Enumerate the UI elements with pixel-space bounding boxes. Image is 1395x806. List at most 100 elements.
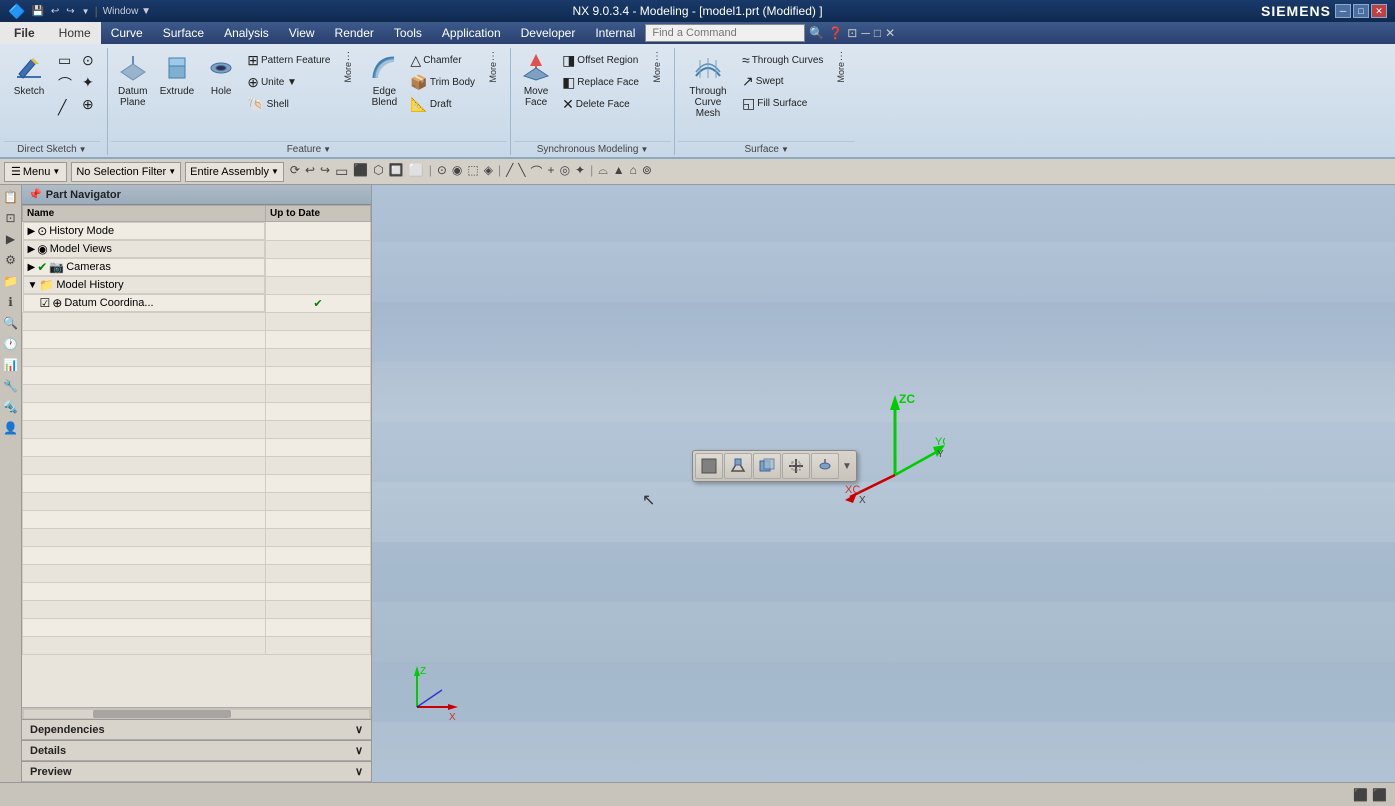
search-icon[interactable]: 🔍 — [809, 26, 824, 40]
nav-cell-views[interactable]: ▶ ◉ Model Views — [23, 240, 266, 258]
through-curves-button[interactable]: ≈ Through Curves — [738, 50, 827, 70]
replace-face-button[interactable]: ◧ Replace Face — [558, 72, 643, 93]
menu-button[interactable]: ☰ Menu ▼ — [4, 162, 67, 182]
side-icon-2[interactable]: ⊡ — [0, 208, 21, 228]
menu-item-view[interactable]: View — [279, 22, 325, 44]
titlebar-min-icon[interactable]: ─ — [861, 26, 870, 40]
side-icon-3[interactable]: ▶ — [0, 229, 21, 249]
sel-icon-10[interactable]: ⊙ — [435, 162, 449, 181]
sel-icon-2[interactable]: ↩ — [303, 162, 317, 181]
direct-sketch-footer[interactable]: Direct Sketch ▼ — [4, 141, 100, 157]
float-btn-3[interactable] — [753, 453, 781, 479]
fill-surface-button[interactable]: ◱ Fill Surface — [738, 93, 827, 114]
nav-row-cameras[interactable]: ▶ ✔ 📷 Cameras — [23, 258, 371, 276]
menu-item-render[interactable]: Render — [325, 22, 384, 44]
menu-item-surface[interactable]: Surface — [153, 22, 214, 44]
titlebar-max-icon[interactable]: □ — [874, 26, 881, 40]
trim-body-button[interactable]: 📦 Trim Body — [406, 72, 479, 93]
datum-plane-button[interactable]: DatumPlane — [111, 48, 155, 112]
offset-region-button[interactable]: ◨ Offset Region — [558, 50, 643, 71]
maximize-button[interactable]: □ — [1353, 4, 1369, 18]
nav-row-history[interactable]: ▶ ⊙ History Mode — [23, 222, 371, 241]
qa-dropdown-icon[interactable]: ▼ — [80, 6, 92, 17]
sel-icon-6[interactable]: ⬡ — [371, 162, 385, 181]
undo-icon[interactable]: ↩ — [49, 5, 61, 18]
sel-icon-17[interactable]: ⌒ — [529, 162, 545, 181]
nav-cell-cameras[interactable]: ▶ ✔ 📷 Cameras — [23, 258, 266, 276]
side-icon-7[interactable]: 🔍 — [0, 313, 21, 333]
expand-views-icon[interactable]: ▶ — [28, 244, 36, 255]
status-icon-1[interactable]: ⬛ — [1353, 788, 1368, 802]
menu-item-application[interactable]: Application — [432, 22, 511, 44]
find-command-input[interactable] — [645, 24, 805, 42]
pattern-feature-button[interactable]: ⊞ Pattern Feature — [243, 50, 334, 71]
hole-button[interactable]: Hole — [199, 48, 243, 101]
side-icon-8[interactable]: 🕐 — [0, 334, 21, 354]
menu-item-internal[interactable]: Internal — [585, 22, 645, 44]
sel-icon-1[interactable]: ⟳ — [288, 162, 302, 181]
sel-icon-20[interactable]: ✦ — [573, 162, 587, 181]
sel-icon-24[interactable]: ⌂ — [628, 162, 639, 181]
sel-icon-14[interactable]: | — [496, 162, 503, 181]
preview-header[interactable]: Preview ∨ — [22, 762, 371, 782]
sel-icon-13[interactable]: ◈ — [482, 162, 495, 181]
sel-icon-7[interactable]: 🔲 — [387, 162, 406, 181]
sel-icon-3[interactable]: ↪ — [318, 162, 332, 181]
scroll-thumb[interactable] — [93, 710, 231, 718]
sel-icon-16[interactable]: ╲ — [516, 162, 527, 181]
sel-icon-22[interactable]: ⌓ — [596, 162, 610, 181]
side-icon-9[interactable]: 📊 — [0, 355, 21, 375]
viewport[interactable]: ▼ ZC YC Y XC X ↖ — [372, 185, 1395, 782]
delete-face-button[interactable]: ✕ Delete Face — [558, 94, 643, 115]
expand-history-folder-icon[interactable]: ▼ — [28, 280, 38, 291]
menu-item-tools[interactable]: Tools — [384, 22, 432, 44]
sel-icon-4[interactable]: ▭ — [333, 162, 350, 181]
expand-history-icon[interactable]: ▶ — [28, 226, 36, 237]
expand-cameras-icon[interactable]: ▶ — [28, 262, 36, 273]
side-icon-4[interactable]: ⚙ — [0, 250, 21, 270]
feature-more-button-2[interactable]: ⋮ More — [479, 48, 507, 86]
surface-more-button[interactable]: ⋮ More — [827, 48, 855, 86]
surface-footer[interactable]: Surface ▼ — [678, 141, 855, 157]
edge-blend-button[interactable]: EdgeBlend — [362, 48, 406, 112]
sel-icon-15[interactable]: ╱ — [504, 162, 515, 181]
unite-button[interactable]: ⊕ Unite ▼ — [243, 72, 334, 93]
sel-icon-18[interactable]: + — [546, 162, 557, 181]
feature-footer[interactable]: Feature ▼ — [111, 141, 507, 157]
window-menu[interactable]: Window ▼ — [101, 5, 153, 18]
side-icon-6[interactable]: ℹ — [0, 292, 21, 312]
sel-icon-12[interactable]: ⬚ — [465, 162, 480, 181]
rectangle-button[interactable]: ▭ — [54, 50, 78, 71]
nav-row-views[interactable]: ▶ ◉ Model Views — [23, 240, 371, 258]
feature-more-button-1[interactable]: ⋮ More — [334, 48, 362, 86]
titlebar-close-icon[interactable]: ✕ — [885, 26, 895, 40]
menu-item-analysis[interactable]: Analysis — [214, 22, 279, 44]
menu-item-developer[interactable]: Developer — [511, 22, 586, 44]
float-btn-2[interactable] — [724, 453, 752, 479]
minimize-button[interactable]: ─ — [1335, 4, 1351, 18]
nav-cell-history[interactable]: ▶ ⊙ History Mode — [23, 222, 266, 240]
assembly-dropdown[interactable]: Entire Assembly ▼ — [185, 162, 284, 182]
point-button[interactable]: ✦ — [78, 72, 100, 93]
close-button[interactable]: ✕ — [1371, 4, 1387, 18]
status-icon-2[interactable]: ⬛ — [1372, 788, 1387, 802]
menu-item-curve[interactable]: Curve — [101, 22, 153, 44]
menu-item-home[interactable]: Home — [49, 22, 101, 44]
redo-icon[interactable]: ↪ — [64, 5, 76, 18]
extrude-button[interactable]: Extrude — [155, 48, 199, 101]
float-btn-5[interactable] — [811, 453, 839, 479]
line-button[interactable]: ╱ — [54, 97, 78, 118]
help-icon[interactable]: ❓ — [828, 26, 843, 40]
float-btn-4[interactable] — [782, 453, 810, 479]
side-icon-12[interactable]: 👤 — [0, 418, 21, 438]
shell-button[interactable]: 🐚 Shell — [243, 94, 334, 115]
sel-icon-19[interactable]: ◎ — [558, 162, 572, 181]
menu-item-file[interactable]: File — [0, 22, 49, 44]
sel-icon-23[interactable]: ▲ — [611, 162, 627, 181]
sync-more-button[interactable]: ⋮ More — [643, 48, 671, 86]
swept-button[interactable]: ↗ Swept — [738, 71, 827, 92]
side-icon-10[interactable]: 🔧 — [0, 376, 21, 396]
nav-row-history-folder[interactable]: ▼ 📁 Model History — [23, 276, 371, 294]
nav-cell-history-folder[interactable]: ▼ 📁 Model History — [23, 276, 266, 294]
minimize-restore-icon[interactable]: ⊡ — [847, 26, 857, 40]
